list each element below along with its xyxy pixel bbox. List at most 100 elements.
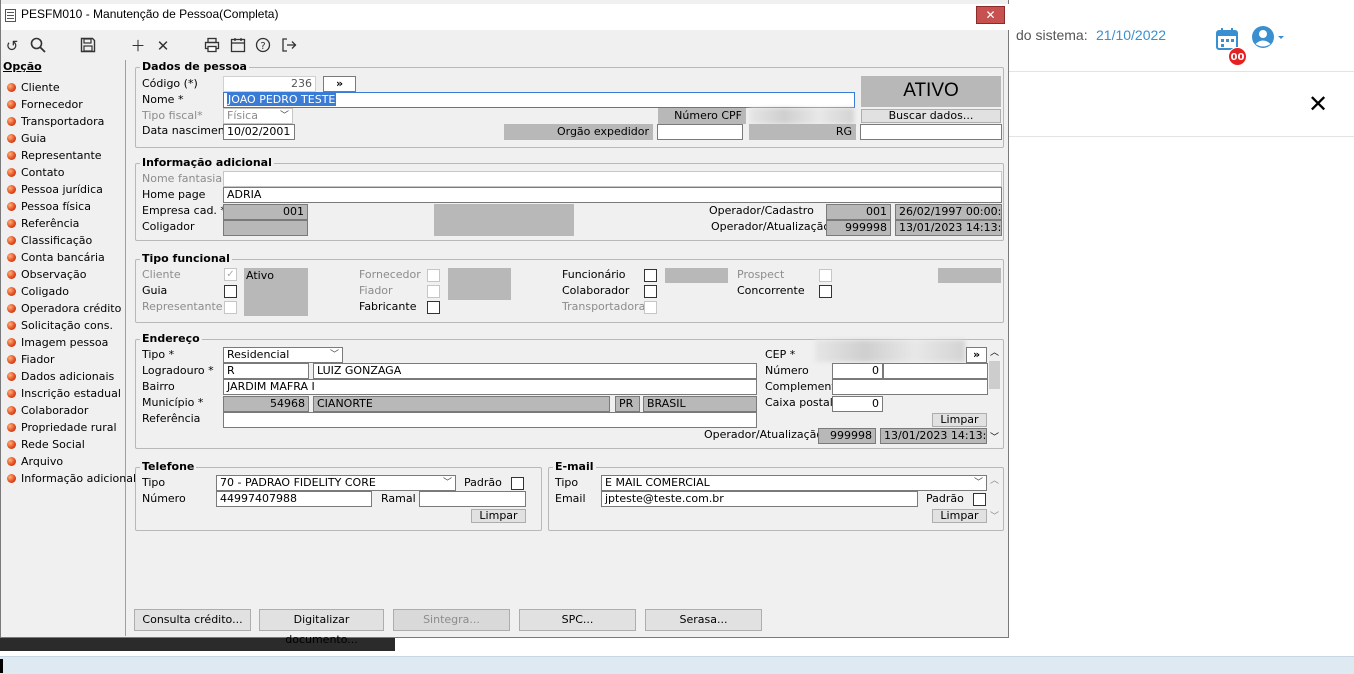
ramal-field[interactable] bbox=[419, 491, 526, 507]
sidebar-item[interactable]: Cliente bbox=[1, 80, 136, 97]
sidebar-item[interactable]: Guia bbox=[1, 131, 136, 148]
fornecedor-checkbox[interactable] bbox=[427, 269, 440, 282]
print-icon[interactable] bbox=[203, 37, 221, 55]
sidebar-item[interactable]: Operadora crédito bbox=[1, 301, 136, 318]
delete-icon[interactable]: ✕ bbox=[154, 37, 172, 55]
cpf-field-redacted[interactable] bbox=[749, 108, 854, 124]
sidebar-item[interactable]: Coligado bbox=[1, 284, 136, 301]
sidebar-item[interactable]: Propriedade rural bbox=[1, 420, 136, 437]
sidebar-item[interactable]: Referência bbox=[1, 216, 136, 233]
serasa-button[interactable]: Serasa... bbox=[645, 609, 762, 631]
rg-field[interactable] bbox=[860, 124, 1002, 140]
window-title: PESFM010 - Manutenção de Pessoa(Completa… bbox=[21, 7, 279, 21]
uf-field: PR bbox=[615, 396, 640, 412]
sidebar-item[interactable]: Rede Social bbox=[1, 437, 136, 454]
cliente-checkbox[interactable]: ✓ bbox=[224, 268, 237, 281]
consulta-credito-button[interactable]: Consulta crédito... bbox=[134, 609, 251, 631]
codigo-field[interactable]: 236 bbox=[223, 76, 316, 92]
sidebar-item[interactable]: Dados adicionais bbox=[1, 369, 136, 386]
representante-checkbox[interactable] bbox=[224, 301, 237, 314]
logradouro-tipo-field[interactable]: R bbox=[223, 363, 309, 379]
funcionario-checkbox[interactable] bbox=[644, 269, 657, 282]
sidebar-item[interactable]: Informação adicional bbox=[1, 471, 136, 488]
window-close-button[interactable]: ✕ bbox=[976, 6, 1005, 24]
status-badge: ATIVO bbox=[861, 76, 1001, 107]
sidebar-item[interactable]: Conta bancária bbox=[1, 250, 136, 267]
fabricante-checkbox[interactable] bbox=[427, 301, 440, 314]
email-field[interactable]: jpteste@teste.com.br bbox=[601, 491, 918, 507]
codigo-lookup-button[interactable]: » bbox=[323, 76, 356, 92]
endereco-limpar-button[interactable]: Limpar bbox=[932, 413, 987, 427]
complemento-field[interactable] bbox=[832, 379, 988, 395]
sidebar-item[interactable]: Pessoa física bbox=[1, 199, 136, 216]
sintegra-button[interactable]: Sintegra... bbox=[393, 609, 510, 631]
sidebar-item[interactable]: Colaborador bbox=[1, 403, 136, 420]
tipo-fiscal-value: Física bbox=[227, 109, 258, 122]
sidebar-item[interactable]: Arquivo bbox=[1, 454, 136, 471]
chevron-up-icon[interactable]: ︿ bbox=[988, 347, 1001, 359]
transportadora-checkbox[interactable] bbox=[644, 301, 657, 314]
search-icon[interactable] bbox=[29, 37, 47, 55]
end-tipo-select[interactable]: Residencial ﹀ bbox=[223, 347, 343, 363]
sidebar-item[interactable]: Inscrição estadual bbox=[1, 386, 136, 403]
fiador-checkbox[interactable] bbox=[427, 285, 440, 298]
nome-fantasia-field[interactable] bbox=[223, 171, 1002, 187]
coligador-label: Coligador bbox=[142, 220, 195, 233]
sidebar-item[interactable]: Fiador bbox=[1, 352, 136, 369]
calendar-icon[interactable] bbox=[229, 37, 247, 55]
tipo-fiscal-select[interactable]: Física ﹀ bbox=[223, 108, 293, 124]
sidebar-item[interactable]: Observação bbox=[1, 267, 136, 284]
nome-field[interactable]: JOAO PEDRO TESTE bbox=[223, 92, 855, 108]
sidebar-item[interactable]: Solicitação cons. bbox=[1, 318, 136, 335]
system-date-label: do sistema: bbox=[1016, 27, 1088, 43]
cep-field-redacted[interactable] bbox=[815, 340, 965, 362]
sidebar-item[interactable]: Representante bbox=[1, 148, 136, 165]
sidebar-item[interactable]: Contato bbox=[1, 165, 136, 182]
bullet-icon bbox=[7, 457, 16, 466]
scrollbar-thumb[interactable] bbox=[989, 361, 1000, 389]
email-tipo-select[interactable]: E MAIL COMERCIAL ﹀ bbox=[601, 475, 987, 491]
caixa-postal-field[interactable]: 0 bbox=[832, 396, 883, 412]
chevron-down-icon[interactable]: ﹀ bbox=[988, 432, 1001, 444]
nome-label: Nome * bbox=[142, 93, 184, 106]
sidebar-item[interactable]: Fornecedor bbox=[1, 97, 136, 114]
data-nasc-field[interactable]: 10/02/2001 bbox=[223, 124, 295, 140]
endereco-scrollbar[interactable]: ︿ ﹀ bbox=[988, 347, 1001, 444]
tel-padrao-checkbox[interactable] bbox=[511, 477, 524, 490]
spc-button[interactable]: SPC... bbox=[519, 609, 636, 631]
chevron-down-icon[interactable]: ﹀ bbox=[988, 511, 1001, 523]
save-icon[interactable] bbox=[79, 37, 97, 55]
cep-lookup-button[interactable]: » bbox=[966, 347, 987, 363]
close-icon[interactable]: ✕ bbox=[1308, 90, 1328, 118]
add-icon[interactable]: ＋ bbox=[129, 37, 147, 55]
buscar-dados-button[interactable]: Buscar dados... bbox=[861, 109, 1001, 123]
sidebar-item[interactable]: Transportadora bbox=[1, 114, 136, 131]
tel-numero-field[interactable]: 44997407988 bbox=[216, 491, 372, 507]
guia-checkbox[interactable] bbox=[224, 285, 237, 298]
email-scrollbar[interactable]: ︿ ﹀ bbox=[988, 475, 1001, 523]
group-title: E-mail bbox=[553, 460, 596, 473]
email-limpar-button[interactable]: Limpar bbox=[932, 509, 987, 523]
referencia-field[interactable] bbox=[223, 412, 757, 428]
sidebar-item[interactable]: Pessoa jurídica bbox=[1, 182, 136, 199]
numero-field[interactable]: 0 bbox=[832, 363, 883, 379]
orgao-field[interactable] bbox=[657, 124, 743, 140]
numero-extra-field[interactable] bbox=[883, 363, 988, 379]
user-avatar-icon[interactable] bbox=[1251, 25, 1287, 51]
home-page-field[interactable]: ADRIA bbox=[223, 187, 1002, 203]
exit-icon[interactable] bbox=[280, 37, 298, 55]
email-padrao-checkbox[interactable] bbox=[973, 493, 986, 506]
bairro-field[interactable]: JARDIM MAFRA I bbox=[223, 379, 757, 395]
tel-limpar-button[interactable]: Limpar bbox=[471, 509, 526, 523]
logradouro-field[interactable]: LUIZ GONZAGA bbox=[313, 363, 757, 379]
refresh-icon[interactable]: ↺ bbox=[3, 37, 21, 55]
colaborador-checkbox[interactable] bbox=[644, 285, 657, 298]
tel-tipo-select[interactable]: 70 - PADRAO FIDELITY CORE ﹀ bbox=[216, 475, 456, 491]
help-icon[interactable]: ? bbox=[254, 37, 272, 55]
concorrente-checkbox[interactable] bbox=[819, 285, 832, 298]
chevron-up-icon[interactable]: ︿ bbox=[988, 475, 1001, 487]
sidebar-item[interactable]: Classificação bbox=[1, 233, 136, 250]
prospect-checkbox[interactable] bbox=[819, 269, 832, 282]
digitalizar-documento-button[interactable]: Digitalizar documento... bbox=[259, 609, 384, 646]
sidebar-item[interactable]: Imagem pessoa bbox=[1, 335, 136, 352]
